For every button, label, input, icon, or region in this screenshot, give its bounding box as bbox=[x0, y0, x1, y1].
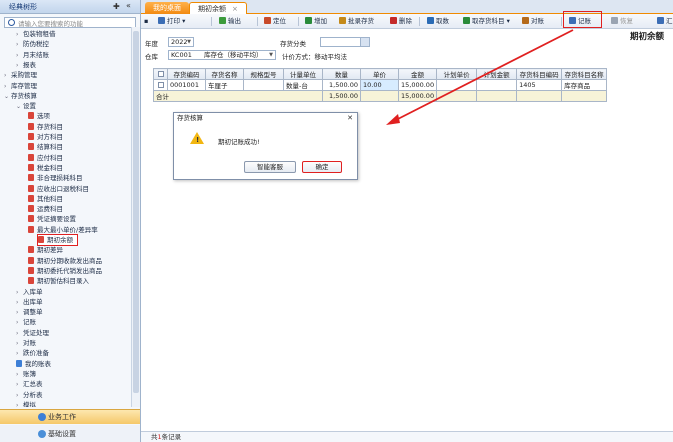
smart-service-button[interactable]: 智能客服 bbox=[244, 161, 296, 173]
footer-suffix: 条记录 bbox=[161, 433, 182, 441]
message-dialog: 存货核算 ✕ ! 期初记账成功! 智能客服 确定 bbox=[173, 112, 358, 180]
ok-button[interactable]: 确定 bbox=[302, 161, 342, 173]
status-bar: 共1条记录 bbox=[141, 431, 673, 442]
annotation-arrow bbox=[386, 29, 574, 125]
warning-mark: ! bbox=[196, 136, 200, 144]
dialog-title: 存货核算 bbox=[177, 114, 203, 122]
dialog-title-bar: 存货核算 ✕ bbox=[174, 113, 357, 123]
dialog-message: 期初记账成功! bbox=[218, 138, 260, 146]
close-icon[interactable]: ✕ bbox=[347, 113, 353, 123]
